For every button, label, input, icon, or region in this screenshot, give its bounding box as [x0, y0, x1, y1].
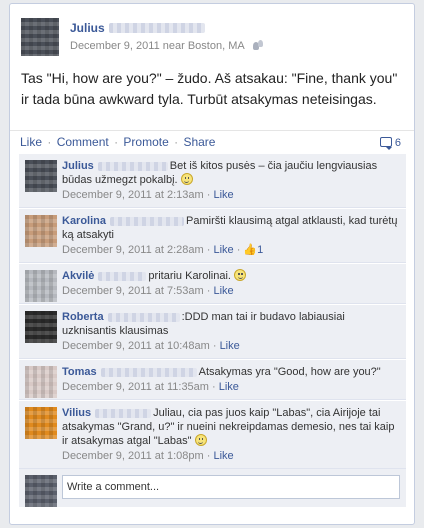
comment-timestamp[interactable]: December 9, 2011 at 2:13am [62, 189, 204, 201]
comment-author[interactable]: Julius [62, 160, 94, 172]
author-avatar[interactable] [21, 18, 59, 56]
viewer-avatar [25, 475, 57, 507]
comment-meta: December 9, 2011 at 7:53am · Like [62, 285, 234, 297]
redacted-surname [95, 408, 152, 418]
comment-like-link[interactable]: Like [213, 285, 233, 297]
comment-like-link[interactable]: Like [213, 189, 233, 201]
comment-like-link[interactable]: Like [213, 450, 233, 462]
comment-author[interactable]: Akvilė [62, 270, 94, 282]
redacted-surname [100, 367, 197, 377]
comment-like-link[interactable]: Like [213, 244, 233, 256]
redacted-surname [97, 161, 168, 171]
comment-body: :DDD man tai ir budavo labiausiai uzknis… [62, 311, 345, 337]
share-link[interactable]: Share [183, 135, 215, 149]
friends-privacy-icon[interactable] [253, 40, 264, 50]
redacted-surname [98, 271, 147, 281]
comment-item: Karolina Pamiršti klausimą atgal atklaust… [19, 208, 406, 263]
comment-author[interactable]: Roberta [62, 311, 104, 323]
smiley-emoticon-icon [194, 434, 207, 447]
comment-text-block: Akvilė pritariu Karolinai. [62, 269, 400, 283]
post-location[interactable]: Boston, MA [188, 40, 244, 52]
commenter-avatar[interactable] [25, 311, 57, 343]
comment-meta: December 9, 2011 at 1:08pm · Like [62, 450, 234, 462]
comment-text-block: Julius Bet iš kitos pusės – čia jaučiu le… [62, 159, 400, 187]
smiley-emoticon-icon [234, 269, 247, 282]
comment-item: Tomas Atsakymas yra "Good, how are you?" … [19, 359, 406, 400]
comment-bubble-icon [379, 137, 392, 150]
comment-timestamp[interactable]: December 9, 2011 at 1:08pm [62, 450, 204, 462]
comment-text-block: Karolina Pamiršti klausimą atgal atklaust… [62, 214, 400, 242]
comment-author[interactable]: Karolina [62, 215, 106, 227]
comment-count-value: 6 [394, 137, 401, 149]
comment-text-block: Roberta:DDD man tai ir budavo labiausiai… [62, 310, 400, 338]
like-link[interactable]: Like [20, 135, 42, 149]
comment-body: pritariu Karolinai. [148, 270, 231, 282]
comment-timestamp[interactable]: December 9, 2011 at 10:48am [62, 340, 210, 352]
thumbs-up-icon[interactable]: 👍 [243, 244, 257, 256]
post-card: Julius December 9, 2011 near Boston, MA … [9, 3, 415, 525]
write-comment-input[interactable] [62, 475, 400, 499]
comment-body: Atsakymas yra "Good, how are you?" [198, 366, 381, 378]
post-body: Tas "Hi, how are you?" – žudo. Aš atsaka… [21, 70, 398, 107]
separator-dot: · [47, 135, 52, 149]
comment-item: Roberta:DDD man tai ir budavo labiausiai… [19, 304, 406, 359]
commenter-avatar[interactable] [25, 160, 57, 192]
comment-text-block: Tomas Atsakymas yra "Good, how are you?" [62, 365, 400, 379]
redacted-surname [110, 216, 185, 226]
commenter-avatar[interactable] [25, 366, 57, 398]
comment-meta: December 9, 2011 at 2:13am · Like [62, 189, 234, 201]
comment-item: Akvilė pritariu Karolinai. December 9, 20… [19, 263, 406, 304]
comment-item: Julius Bet iš kitos pusės – čia jaučiu le… [19, 153, 406, 208]
post-action-bar: Like · Comment · Promote · Share 6 [10, 131, 414, 153]
comments-list: Julius Bet iš kitos pusės – čia jaučiu le… [19, 153, 406, 507]
comment-count[interactable]: 6 [379, 136, 401, 150]
comment-timestamp[interactable]: December 9, 2011 at 2:28am [62, 244, 204, 256]
post-author[interactable]: Julius [70, 21, 205, 35]
comment-author[interactable]: Vilius [62, 407, 91, 419]
smiley-emoticon-icon [180, 173, 193, 186]
post-date[interactable]: December 9, 2011 [70, 40, 160, 52]
post-author-name[interactable]: Julius [70, 21, 105, 35]
comment-like-link[interactable]: Like [220, 340, 240, 352]
comment-meta: December 9, 2011 at 11:35am · Like [62, 381, 239, 393]
comment-text-block: Vilius Juliau, cia pas juos kaip "Labas",… [62, 406, 400, 448]
post-meta: December 9, 2011 near Boston, MA [70, 39, 264, 52]
redacted-surname [107, 312, 180, 322]
comment-meta: December 9, 2011 at 10:48am · Like [62, 340, 240, 352]
separator-dot: · [114, 135, 119, 149]
commenter-avatar[interactable] [25, 407, 57, 439]
comment-item: Vilius Juliau, cia pas juos kaip "Labas",… [19, 400, 406, 469]
comment-timestamp[interactable]: December 9, 2011 at 7:53am [62, 285, 204, 297]
commenter-avatar[interactable] [25, 270, 57, 302]
separator-dot: · [174, 135, 179, 149]
comment-like-count[interactable]: 1 [257, 244, 263, 256]
post-near: near [162, 40, 185, 52]
promote-link[interactable]: Promote [123, 135, 168, 149]
comment-composer [19, 469, 406, 507]
comment-author[interactable]: Tomas [62, 366, 97, 378]
commenter-avatar[interactable] [25, 215, 57, 247]
post-header: Julius December 9, 2011 near Boston, MA [21, 18, 401, 58]
comment-timestamp[interactable]: December 9, 2011 at 11:35am [62, 381, 209, 393]
redacted-surname [108, 22, 205, 33]
comment-meta: December 9, 2011 at 2:28am · Like · 👍1 [62, 244, 264, 256]
comment-link[interactable]: Comment [57, 135, 109, 149]
comment-like-link[interactable]: Like [219, 381, 239, 393]
